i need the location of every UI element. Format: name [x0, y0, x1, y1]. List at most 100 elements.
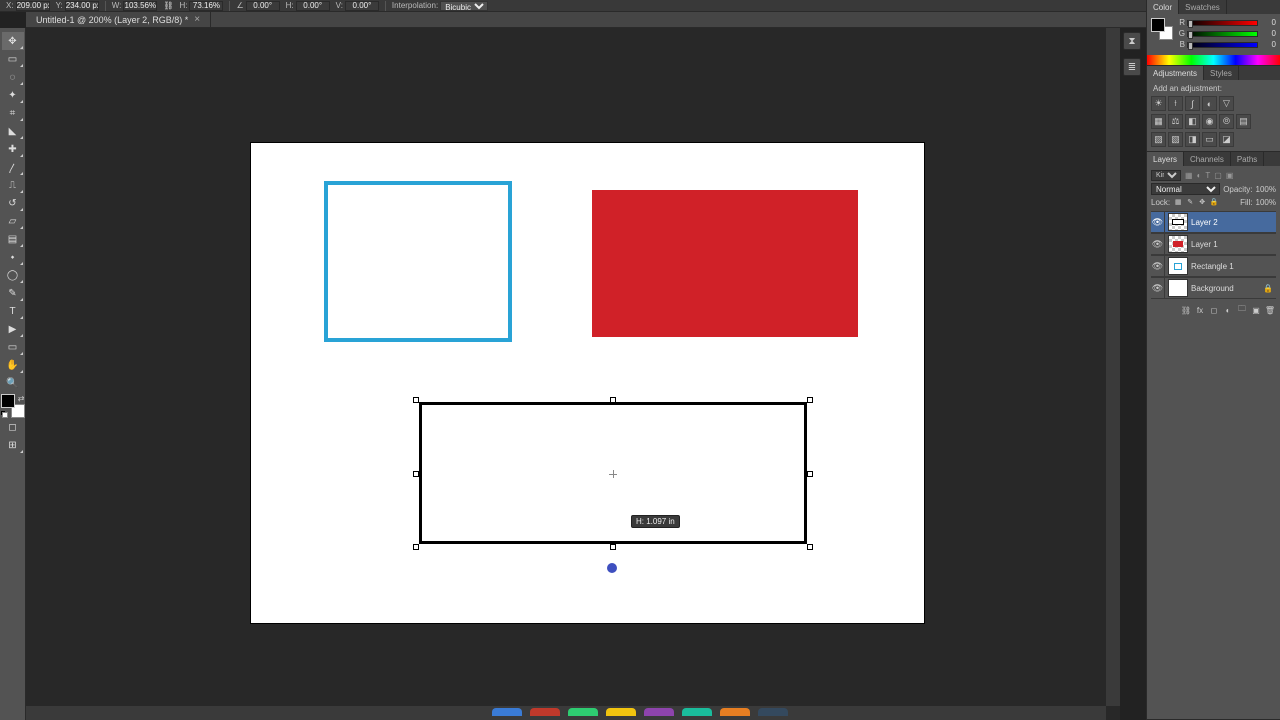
visibility-toggle-icon[interactable]: 👁 [1151, 234, 1165, 254]
shape-tool[interactable]: ▭ [2, 338, 24, 356]
adj-chanmix-icon[interactable]: ⦾ [1219, 114, 1234, 129]
interp-select[interactable]: Bicubic [440, 1, 488, 11]
lock-pixels-icon[interactable]: ✎ [1185, 197, 1195, 207]
adj-levels-icon[interactable]: ⟊ [1168, 96, 1183, 111]
blur-tool[interactable]: ⬩ [2, 248, 24, 266]
layer-row[interactable]: 👁 Rectangle 1 [1151, 255, 1276, 277]
adj-threshold-icon[interactable]: ◨ [1185, 132, 1200, 147]
layer-name[interactable]: Layer 2 [1191, 218, 1218, 227]
healing-brush-tool[interactable]: ✚ [2, 140, 24, 158]
path-select-tool[interactable]: ▶ [2, 320, 24, 338]
layer-filter-select[interactable]: Kind [1151, 170, 1181, 181]
adj-brightness-icon[interactable]: ☀ [1151, 96, 1166, 111]
tab-styles[interactable]: Styles [1204, 66, 1239, 80]
layer-thumb[interactable] [1168, 257, 1188, 275]
transform-handle-tm[interactable] [610, 397, 616, 403]
vertical-scrollbar[interactable] [1106, 28, 1120, 706]
adj-bw-icon[interactable]: ◧ [1185, 114, 1200, 129]
adj-colorbal-icon[interactable]: ⚖ [1168, 114, 1183, 129]
adj-selcolor-icon[interactable]: ◪ [1219, 132, 1234, 147]
transform-handle-tl[interactable] [413, 397, 419, 403]
adj-curves-icon[interactable]: ∫ [1185, 96, 1200, 111]
pen-tool[interactable]: ✎ [2, 284, 24, 302]
layer-name[interactable]: Rectangle 1 [1191, 262, 1234, 271]
adj-exposure-icon[interactable]: ◐ [1202, 96, 1217, 111]
eraser-tool[interactable]: ▱ [2, 212, 24, 230]
layer-name[interactable]: Background [1191, 284, 1234, 293]
new-fill-layer-icon[interactable]: ◐ [1222, 304, 1234, 316]
angle-field[interactable] [246, 1, 280, 11]
y-field[interactable] [65, 1, 99, 11]
marquee-tool[interactable]: ▭ [2, 50, 24, 68]
lock-all-icon[interactable]: 🔒 [1209, 197, 1219, 207]
fg-bg-swatch[interactable]: ⇄ [1, 394, 25, 418]
layer-fx-icon[interactable]: fx [1194, 304, 1206, 316]
new-layer-icon[interactable]: ▣ [1250, 304, 1262, 316]
clone-stamp-tool[interactable]: ⎍ [2, 176, 24, 194]
delete-layer-icon[interactable]: 🗑 [1264, 304, 1276, 316]
document-tab[interactable]: Untitled-1 @ 200% (Layer 2, RGB/8) * × [26, 12, 211, 27]
close-icon[interactable]: × [194, 14, 200, 25]
eyedropper-tool[interactable]: ◣ [2, 122, 24, 140]
tab-paths[interactable]: Paths [1231, 152, 1264, 166]
swap-colors-icon[interactable]: ⇄ [18, 394, 25, 403]
macos-dock[interactable] [130, 708, 1150, 720]
move-tool[interactable]: ✥ [2, 32, 24, 50]
filter-shape-icon[interactable]: ▢ [1214, 171, 1222, 180]
link-layers-icon[interactable]: ⛓ [1180, 304, 1192, 316]
opacity-value[interactable]: 100% [1256, 185, 1276, 194]
x-field[interactable] [16, 1, 50, 11]
g-slider[interactable] [1187, 31, 1258, 37]
blend-mode-select[interactable]: Normal [1151, 183, 1220, 195]
b-value[interactable]: 0 [1260, 40, 1276, 49]
brush-tool[interactable]: 〳 [2, 158, 24, 176]
lock-transparency-icon[interactable]: ▦ [1173, 197, 1183, 207]
history-brush-tool[interactable]: ↺ [2, 194, 24, 212]
new-group-icon[interactable]: 🗀 [1236, 304, 1248, 316]
filter-smart-icon[interactable]: ▣ [1226, 171, 1234, 180]
quick-mask-tool[interactable]: ◻︎ [2, 418, 24, 436]
adj-invert-icon[interactable]: ▨ [1151, 132, 1166, 147]
transform-handle-br[interactable] [807, 544, 813, 550]
w-field[interactable] [123, 1, 157, 11]
transform-handle-tr[interactable] [807, 397, 813, 403]
layer-mask-icon[interactable]: ◻︎ [1208, 304, 1220, 316]
hskew-field[interactable] [296, 1, 330, 11]
filter-type-icon[interactable]: T [1205, 171, 1210, 180]
r-slider[interactable] [1187, 20, 1258, 26]
transform-handle-mr[interactable] [807, 471, 813, 477]
g-value[interactable]: 0 [1260, 29, 1276, 38]
properties-panel-icon[interactable]: ≣ [1123, 58, 1141, 76]
layer-row[interactable]: 👁 Layer 2 [1151, 211, 1276, 233]
layer-thumb[interactable] [1168, 279, 1188, 297]
fg-color-swatch[interactable] [1, 394, 15, 408]
visibility-toggle-icon[interactable]: 👁 [1151, 212, 1165, 232]
tab-color[interactable]: Color [1147, 0, 1179, 14]
link-wh-icon[interactable]: ⛓ [163, 1, 173, 10]
layer-row[interactable]: 👁 Background 🔒 [1151, 277, 1276, 299]
h-field[interactable] [189, 1, 223, 11]
layer-thumb[interactable] [1168, 235, 1188, 253]
transform-center-icon[interactable] [609, 470, 617, 478]
type-tool[interactable]: T [2, 302, 24, 320]
gradient-tool[interactable]: ▤ [2, 230, 24, 248]
lock-position-icon[interactable]: ✥ [1197, 197, 1207, 207]
color-spectrum[interactable] [1147, 55, 1280, 65]
crop-tool[interactable]: ⌗ [2, 104, 24, 122]
adj-posterize-icon[interactable]: ▧ [1168, 132, 1183, 147]
adj-huesat-icon[interactable]: ▦ [1151, 114, 1166, 129]
transform-handle-bm[interactable] [610, 544, 616, 550]
visibility-toggle-icon[interactable]: 👁 [1151, 278, 1165, 298]
tab-swatches[interactable]: Swatches [1179, 0, 1227, 14]
fill-value[interactable]: 100% [1256, 198, 1276, 207]
tab-layers[interactable]: Layers [1147, 152, 1184, 166]
filter-pixel-icon[interactable]: ▦ [1185, 171, 1193, 180]
default-colors-icon[interactable] [1, 411, 8, 418]
b-slider[interactable] [1187, 42, 1258, 48]
layer-thumb[interactable] [1168, 213, 1188, 231]
adj-vibrance-icon[interactable]: ▽ [1219, 96, 1234, 111]
hand-tool[interactable]: ✋ [2, 356, 24, 374]
magic-wand-tool[interactable]: ✦ [2, 86, 24, 104]
r-value[interactable]: 0 [1260, 18, 1276, 27]
zoom-tool[interactable]: 🔍 [2, 374, 24, 392]
